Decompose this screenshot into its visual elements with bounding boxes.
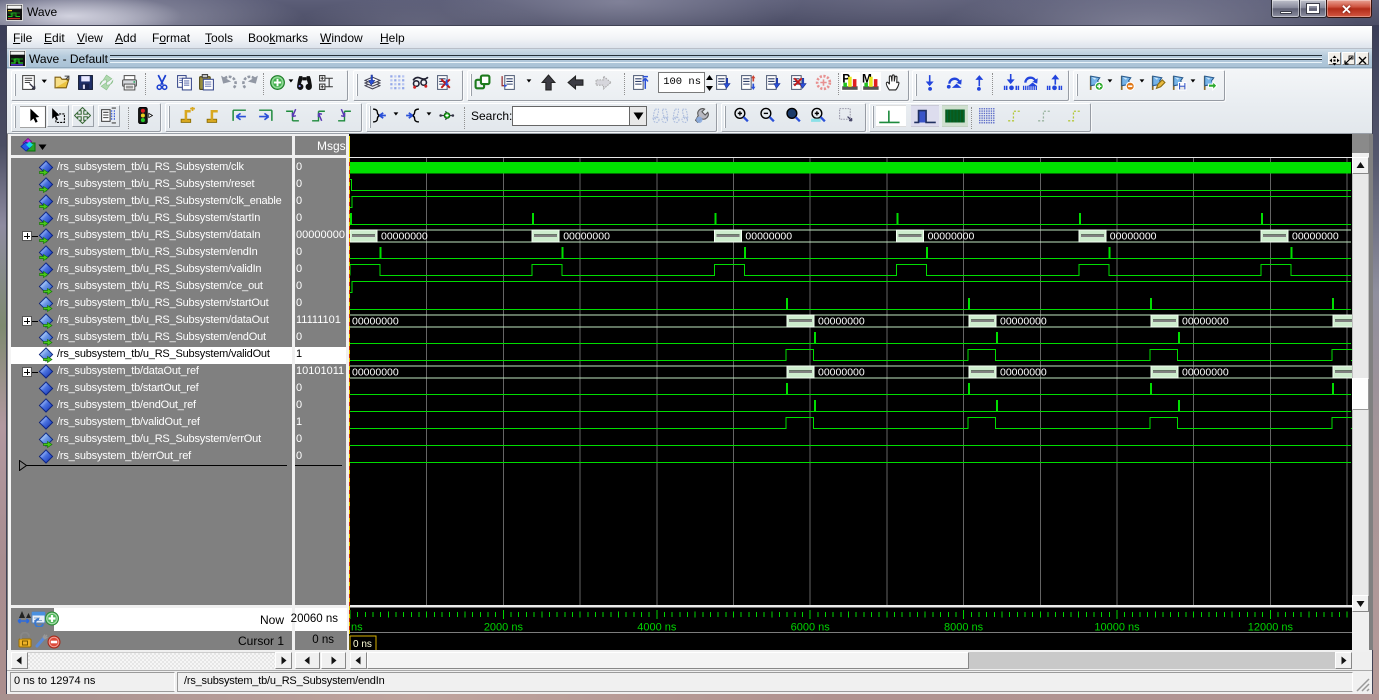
svg-text:0 ns: 0 ns xyxy=(353,639,372,650)
svg-text:00000000: 00000000 xyxy=(1000,367,1047,379)
svg-text:4000 ns: 4000 ns xyxy=(637,622,677,634)
svg-text:00000000: 00000000 xyxy=(352,316,399,328)
svg-text:6000 ns: 6000 ns xyxy=(791,622,831,634)
svg-text:00000000: 00000000 xyxy=(381,231,428,243)
svg-text:ns: ns xyxy=(351,622,363,634)
svg-text:00000000: 00000000 xyxy=(352,367,399,379)
svg-text:00000000: 00000000 xyxy=(818,316,865,328)
svg-text:00000000: 00000000 xyxy=(745,231,792,243)
svg-text:8000 ns: 8000 ns xyxy=(944,622,984,634)
svg-text:00000000: 00000000 xyxy=(1292,231,1339,243)
svg-text:00000000: 00000000 xyxy=(563,231,610,243)
svg-text:10000 ns: 10000 ns xyxy=(1094,622,1140,634)
svg-text:12000 ns: 12000 ns xyxy=(1248,622,1294,634)
svg-text:00000000: 00000000 xyxy=(1000,316,1047,328)
svg-text:2000 ns: 2000 ns xyxy=(484,622,524,634)
svg-text:00000000: 00000000 xyxy=(1110,231,1157,243)
svg-text:00000000: 00000000 xyxy=(928,231,975,243)
svg-text:00000000: 00000000 xyxy=(1182,316,1229,328)
svg-text:00000000: 00000000 xyxy=(1182,367,1229,379)
svg-text:00000000: 00000000 xyxy=(818,367,865,379)
